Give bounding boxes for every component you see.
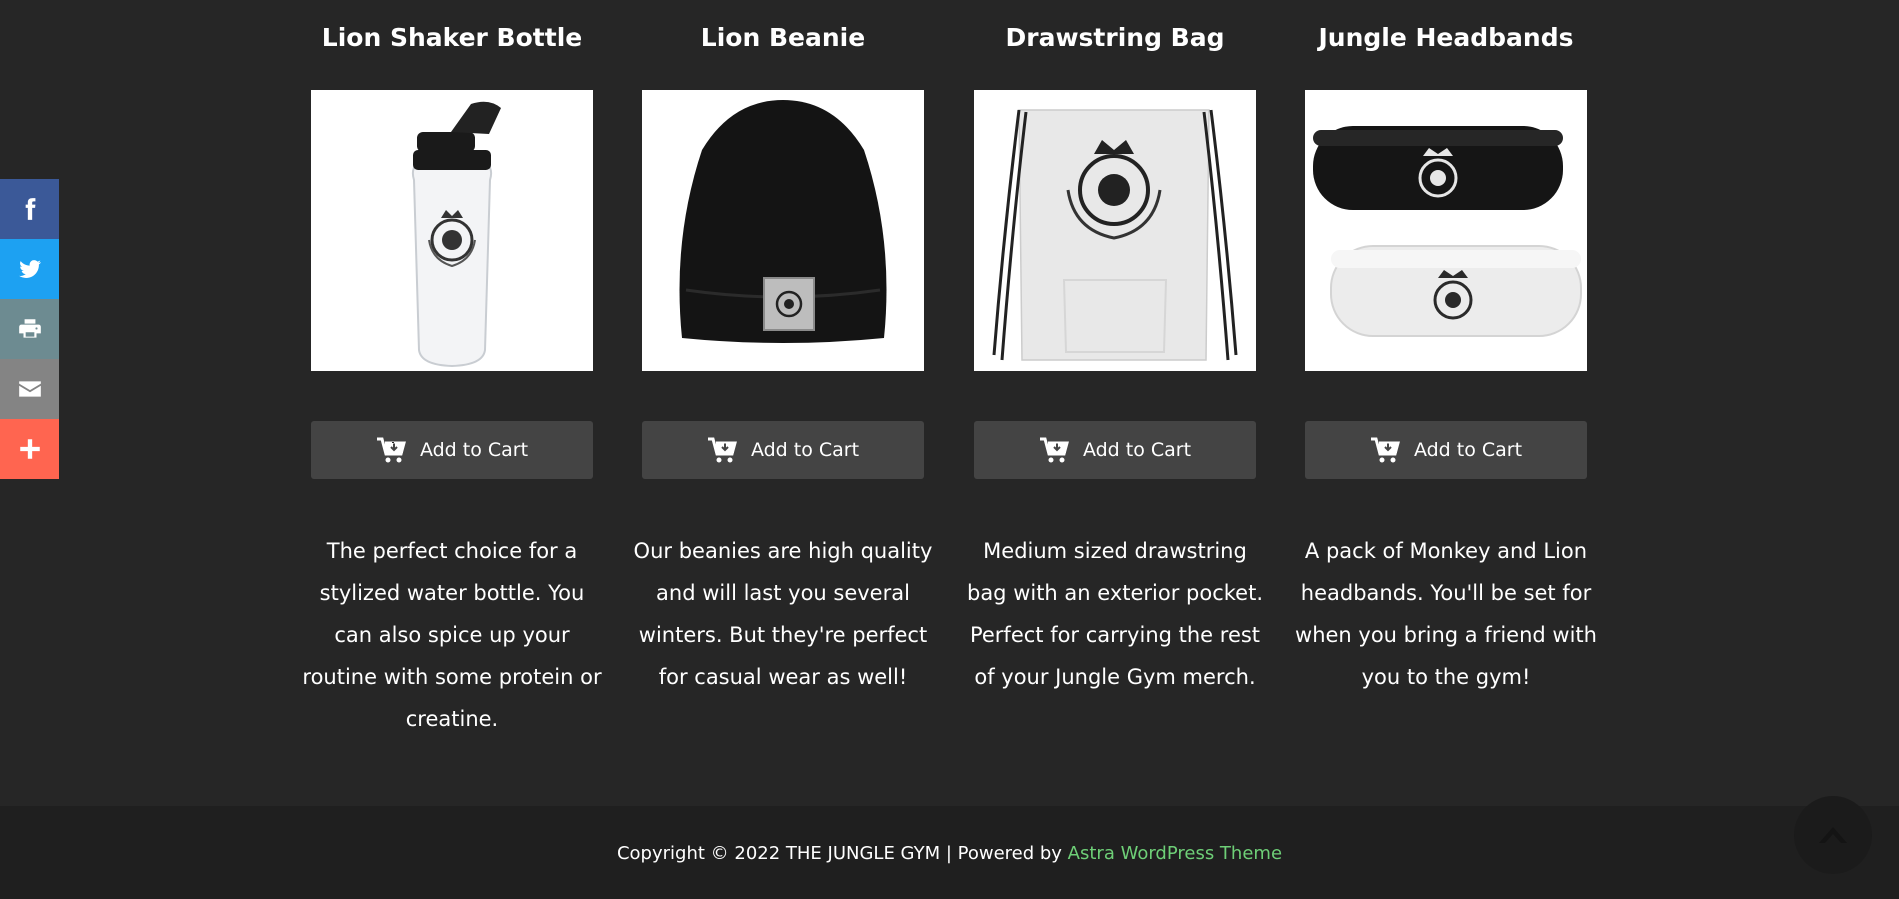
add-to-cart-label: Add to Cart — [1413, 439, 1523, 461]
add-to-cart-label: Add to Cart — [1082, 439, 1192, 461]
copyright-text: Copyright © 2022 THE JUNGLE GYM | Powere… — [616, 843, 1068, 864]
drawstring-bag-illustration — [974, 90, 1256, 371]
footer-copyright: Copyright © 2022 THE JUNGLE GYM | Powere… — [0, 806, 1899, 899]
product-image-drawstring-bag[interactable] — [974, 90, 1256, 371]
scroll-to-top-button[interactable] — [1794, 796, 1872, 874]
product-title: Lion Shaker Bottle — [321, 23, 583, 52]
product-title: Jungle Headbands — [1318, 23, 1574, 52]
product-image-shaker-bottle[interactable] — [311, 90, 593, 371]
beanie-illustration — [642, 90, 924, 371]
site-footer: Copyright © 2022 THE JUNGLE GYM | Powere… — [0, 806, 1899, 899]
product-image-beanie[interactable] — [642, 90, 924, 371]
product-grid: Lion Shaker Bottle Add to Cart The perfe… — [0, 0, 1899, 806]
astra-theme-link[interactable]: Astra WordPress Theme — [1068, 843, 1282, 864]
add-to-cart-label: Add to Cart — [419, 439, 529, 461]
cart-icon — [1370, 437, 1400, 463]
product-description: A pack of Monkey and Lion headbands. You… — [1295, 539, 1597, 689]
product-title: Drawstring Bag — [1005, 23, 1225, 52]
shaker-bottle-illustration — [311, 90, 593, 371]
add-to-cart-button[interactable]: Add to Cart — [1305, 421, 1587, 479]
add-to-cart-label: Add to Cart — [750, 439, 860, 461]
headbands-illustration — [1305, 90, 1587, 371]
product-description: Our beanies are high quality and will la… — [633, 539, 933, 689]
add-to-cart-button[interactable]: Add to Cart — [311, 421, 593, 479]
cart-icon — [1039, 437, 1069, 463]
product-description: The perfect choice for a stylized water … — [302, 539, 602, 731]
add-to-cart-button[interactable]: Add to Cart — [642, 421, 924, 479]
product-title: Lion Beanie — [700, 23, 866, 52]
chevron-up-icon — [1819, 827, 1847, 843]
cart-icon — [707, 437, 737, 463]
add-to-cart-button[interactable]: Add to Cart — [974, 421, 1256, 479]
cart-icon — [376, 437, 406, 463]
product-description: Medium sized drawstring bag with an exte… — [966, 539, 1263, 689]
product-image-headbands[interactable] — [1305, 90, 1587, 371]
